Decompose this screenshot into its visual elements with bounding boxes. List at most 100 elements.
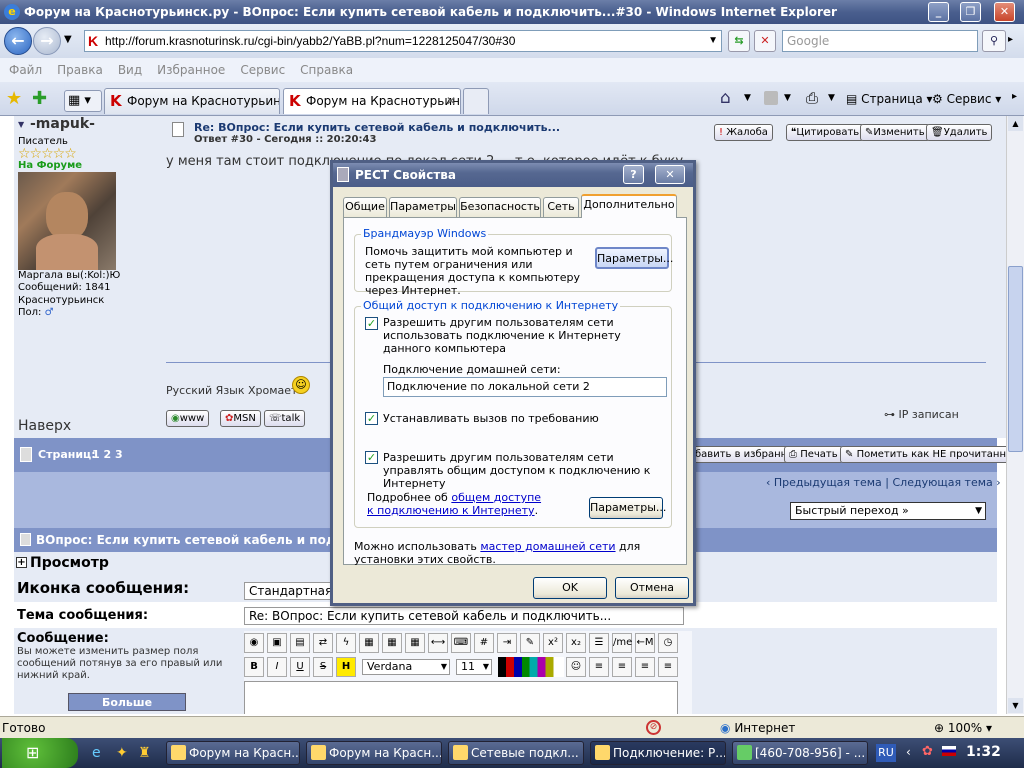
tab-network[interactable]: Сеть [543,197,579,217]
quick-tabs-icon[interactable]: ▦ ▾ [64,90,102,112]
search-options-icon[interactable]: ▸ [1008,34,1013,45]
message-textarea[interactable] [244,681,678,714]
dial-on-demand-checkbox[interactable]: ✓ [365,412,378,425]
me-icon[interactable]: /me [612,633,632,653]
topic-input[interactable]: Re: ВОпрос: Если купить сетевой кабель и… [244,607,684,625]
edit-button[interactable]: ✎Изменить [860,124,930,141]
forward-button[interactable]: → [33,27,61,55]
image-icon[interactable]: ▣ [267,633,287,653]
ie-quicklaunch-icon[interactable]: e [92,745,101,761]
page-menu[interactable]: ▤ Страница ▾ [846,90,933,108]
strike-icon[interactable]: S [313,657,333,677]
superscript-icon[interactable]: x² [543,633,563,653]
smiley-icon[interactable]: ☺ [566,657,586,677]
menu-file[interactable]: Файл [9,63,42,77]
address-dropdown-icon[interactable]: ▼ [708,31,718,51]
add-favorites-icon[interactable]: ✚ [32,88,47,109]
firewall-settings-button[interactable]: Параметры... [595,247,673,269]
globe-icon[interactable]: ◉ [244,633,264,653]
page-scrollbar[interactable]: ▲ ▼ [1006,116,1024,714]
dialog-close-button[interactable]: ✕ [655,165,685,184]
move-icon[interactable]: ⇥ [497,633,517,653]
hash-icon[interactable]: # [474,633,494,653]
expand-icon[interactable]: + [16,557,27,568]
scroll-up-icon[interactable]: ▲ [1008,116,1023,131]
page-numbers[interactable]: 1 2 3 [92,438,123,472]
maximize-button[interactable]: ❐ [960,2,981,22]
home-network-select[interactable]: Подключение по локальной сети 2 [383,377,667,397]
www-button[interactable]: ◉www [166,410,210,427]
msn-button[interactable]: ✿MSN [220,410,261,427]
italic-icon[interactable]: I [267,657,287,677]
search-icon[interactable]: ⚲ [982,30,1006,52]
menu-favorites[interactable]: Избранное [157,63,225,77]
print-icon[interactable]: ⎙ [806,89,818,107]
more-commands-icon[interactable]: ▸ [1012,91,1017,102]
size-select[interactable]: 11 ▼ [456,659,492,675]
close-button[interactable]: ✕ [994,2,1015,22]
table-col-icon[interactable]: ▦ [405,633,425,653]
start-button[interactable]: ⊞ [2,738,78,768]
help-button[interactable]: ? [623,165,644,184]
table-row-icon[interactable]: ▦ [382,633,402,653]
flag-icon[interactable] [942,746,956,756]
tab-advanced[interactable]: Дополнительно [581,194,677,218]
zoom-control[interactable]: ⊕ 100% ▾ [934,717,992,739]
new-tab-button[interactable] [463,88,489,114]
taskbar-item-remote[interactable]: [460-708-956] - ... [732,741,868,765]
edit-icon[interactable]: ✎ [520,633,540,653]
list-icon[interactable]: ☰ [589,633,609,653]
refresh-icon[interactable]: ⇆ [728,30,750,52]
close-tab-icon[interactable]: ✕ [446,89,456,113]
taskbar-item-forum-2[interactable]: Форум на Красн... [306,741,442,765]
feeds-icon[interactable] [764,91,778,105]
scroll-thumb[interactable] [1008,266,1023,452]
language-indicator[interactable]: RU [876,744,896,762]
print-dropdown-icon[interactable]: ▼ [828,93,835,103]
align-center-icon[interactable]: ≡ [612,657,632,677]
highlight-icon[interactable]: H [336,657,356,677]
align-right-icon[interactable]: ≡ [635,657,655,677]
menu-tools[interactable]: Сервис [240,63,285,77]
tab-forum-2[interactable]: K Форум на Краснотурьин... ✕ [283,88,461,114]
menu-edit[interactable]: Правка [57,63,103,77]
scroll-down-icon[interactable]: ▼ [1008,698,1023,713]
print-button[interactable]: ⎙ Печать [784,446,843,463]
message-icon-select[interactable]: Стандартная [244,582,344,600]
address-field[interactable]: K http://forum.krasnoturinsk.ru/cgi-bin/… [84,30,722,52]
tray-app-icon[interactable]: ✿ [922,744,933,759]
clock-icon[interactable]: ◷ [658,633,678,653]
clock[interactable]: 1:32 [966,744,1001,760]
taskbar-item-network[interactable]: Сетевые подкл... [448,741,584,765]
move-left-icon[interactable]: ←M [635,633,655,653]
history-dropdown-icon[interactable]: ▼ [64,34,72,45]
popup-blocker-icon[interactable]: ⊘ [646,720,661,735]
back-button[interactable]: ← [4,27,32,55]
teletype-icon[interactable]: ⌨ [451,633,471,653]
author-name[interactable]: -mapuk- [30,116,95,132]
stop-icon[interactable]: ✕ [754,30,776,52]
tab-general[interactable]: Общие [343,197,387,217]
ics-settings-button[interactable]: Параметры... [589,497,666,519]
allow-sharing-checkbox[interactable]: ✓ [365,317,378,330]
font-select[interactable]: Verdana ▼ [362,659,450,675]
subscript-icon[interactable]: x₂ [566,633,586,653]
collapse-icon[interactable]: ▼ [18,120,24,129]
underline-icon[interactable]: U [290,657,310,677]
color-palette[interactable] [498,657,564,677]
home-icon[interactable]: ⌂ [720,88,731,108]
favorites-star-icon[interactable]: ★ [6,88,22,109]
mark-unread-button[interactable]: ✎ Пометить как НЕ прочитанное [840,446,1006,463]
media-icon[interactable]: ▤ [290,633,310,653]
prev-topic-link[interactable]: ‹ Предыдущая тема [766,476,882,489]
align-left-icon[interactable]: ≡ [589,657,609,677]
back-to-top-link[interactable]: Наверх [18,418,71,434]
tab-forum-1[interactable]: K Форум на Краснотурьинск.... [104,88,280,114]
tools-menu[interactable]: ⚙ Сервис ▾ [932,90,1001,108]
zone-indicator[interactable]: ◉ Интернет [720,717,795,739]
dialog-title-bar[interactable]: РЕСТ Свойства ? ✕ [333,163,693,187]
tray-expand-icon[interactable]: ‹ [906,745,911,759]
next-topic-link[interactable]: Следующая тема › [892,476,1000,489]
allow-control-checkbox[interactable]: ✓ [365,451,378,464]
cancel-button[interactable]: Отмена [615,577,689,599]
